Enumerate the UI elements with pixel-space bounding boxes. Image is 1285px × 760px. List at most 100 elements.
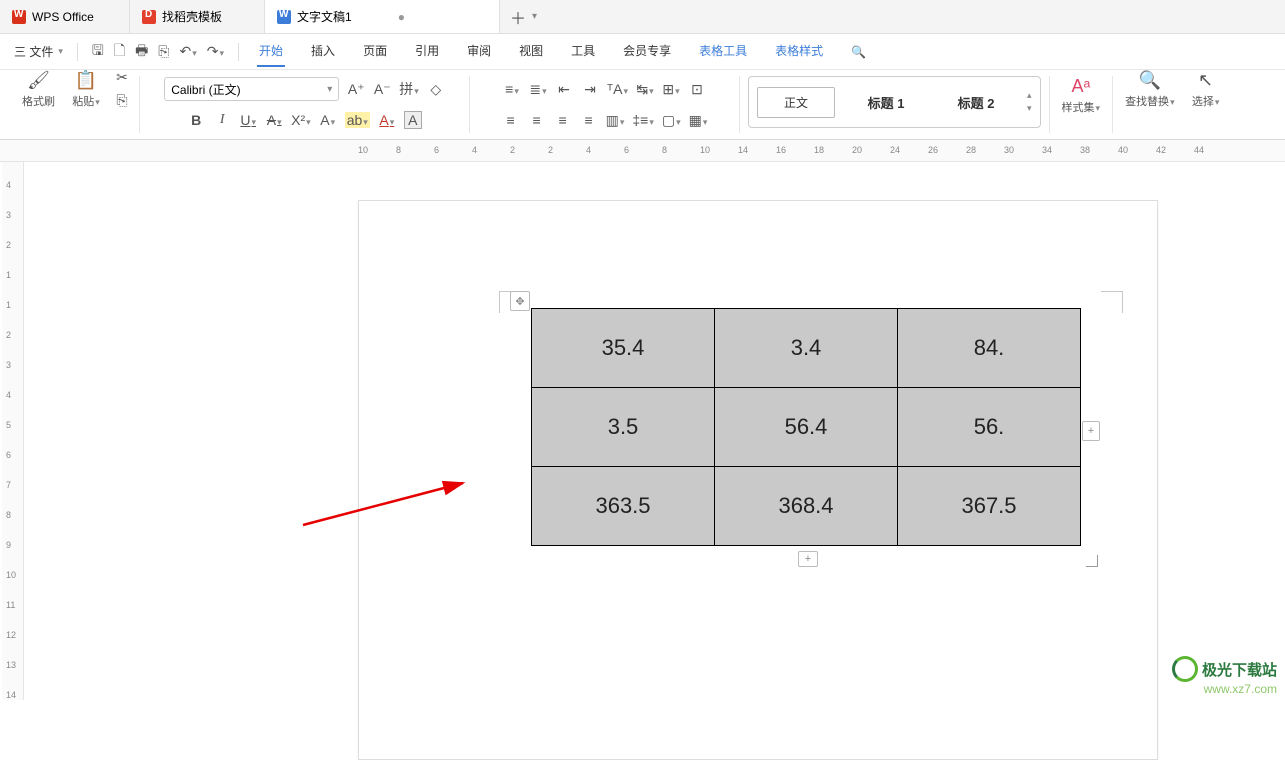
more-icon[interactable]: ⎘ — [158, 43, 169, 60]
wps-icon — [12, 10, 26, 24]
shading-icon[interactable]: ▢▾ — [662, 112, 681, 129]
decrease-font-icon[interactable]: A⁻ — [373, 81, 391, 98]
table-cell[interactable]: 363.5 — [532, 467, 715, 546]
select-button[interactable]: ↖选择▾ — [1187, 70, 1225, 109]
app-name: WPS Office — [32, 10, 94, 24]
new-tab-button[interactable]: ＋▾ — [500, 0, 547, 33]
copy-icon[interactable]: ⎘ — [113, 92, 131, 109]
sort-icon[interactable]: ↹▾ — [636, 81, 654, 98]
template-icon — [142, 10, 156, 24]
vertical-ruler[interactable]: 43211234567891011121314 — [2, 162, 24, 700]
style-scroll[interactable]: ▴▾ — [1027, 90, 1032, 114]
table-row: 35.4 3.4 84. — [532, 309, 1081, 388]
change-case-icon[interactable]: 拼▾ — [399, 79, 419, 99]
styles-group: 正文 标题 1 标题 2 ▴▾ — [740, 76, 1050, 133]
superscript-button[interactable]: X²▾ — [291, 112, 311, 128]
strikethrough-button[interactable]: A▾ — [265, 112, 283, 128]
ribbon: 🖌格式刷 📋粘贴▾ ✂ ⎘ Calibri (正文) ▾ A⁺ A⁻ 拼▾ ◇ … — [0, 70, 1285, 140]
print-icon[interactable]: 🖶 — [135, 40, 148, 64]
font-color-button[interactable]: A▾ — [378, 112, 396, 128]
styleset-button[interactable]: Aᵃ样式集▾ — [1058, 76, 1105, 115]
align-left-icon[interactable]: ≡ — [502, 112, 520, 128]
search-icon: 🔍 — [1139, 70, 1161, 91]
menu-page[interactable]: 页面 — [361, 36, 389, 67]
menu-table-style[interactable]: 表格样式 — [773, 36, 825, 67]
table-cell[interactable]: 367.5 — [898, 467, 1081, 546]
menu-review[interactable]: 审阅 — [465, 36, 493, 67]
menu-reference[interactable]: 引用 — [413, 36, 441, 67]
table-cell[interactable]: 56. — [898, 388, 1081, 467]
number-list-icon[interactable]: ≣▾ — [529, 81, 547, 98]
tabs-icon[interactable]: ⊞▾ — [662, 81, 680, 98]
search-icon[interactable]: 🔍 — [851, 45, 866, 59]
add-column-handle[interactable]: + — [1082, 421, 1100, 441]
table-cell[interactable]: 3.5 — [532, 388, 715, 467]
horizontal-ruler[interactable]: 10864224681014161820242628303438404244 — [0, 140, 1285, 162]
menu-view[interactable]: 视图 — [517, 36, 545, 67]
table-resize-handle[interactable] — [1086, 555, 1098, 567]
show-marks-icon[interactable]: ⊡ — [688, 81, 706, 98]
table-cell[interactable]: 368.4 — [715, 467, 898, 546]
bullet-list-icon[interactable]: ≡▾ — [503, 81, 521, 97]
file-menu[interactable]: 三 文件 ▾ — [8, 43, 69, 60]
char-shading-button[interactable]: A — [404, 111, 422, 129]
cut-icon[interactable]: ✂ — [113, 69, 131, 86]
clear-format-icon[interactable]: ◇ — [427, 81, 445, 98]
redo-icon[interactable]: ↷▾ — [207, 43, 224, 60]
menu-member[interactable]: 会员专享 — [621, 36, 673, 67]
print-preview-icon[interactable]: 🗋 — [114, 40, 125, 64]
title-bar: WPS Office 找稻壳模板 文字文稿1 ● ＋▾ — [0, 0, 1285, 34]
paste-icon: 📋 — [75, 70, 97, 91]
align-center-icon[interactable]: ≡ — [528, 112, 546, 128]
cursor-icon: ↖ — [1198, 70, 1213, 91]
app-tab-wps[interactable]: WPS Office — [0, 0, 130, 33]
plus-icon: ＋ — [510, 5, 526, 29]
format-painter-icon: 🖌 — [27, 70, 50, 91]
menu-tools[interactable]: 工具 — [569, 36, 597, 67]
line-spacing-icon[interactable]: ‡≡▾ — [632, 112, 654, 128]
add-row-handle[interactable]: + — [798, 551, 818, 567]
table-row: 3.5 56.4 56. — [532, 388, 1081, 467]
format-painter-button[interactable]: 🖌格式刷 — [18, 70, 59, 109]
undo-icon[interactable]: ↶▾ — [180, 43, 197, 60]
align-right-icon[interactable]: ≡ — [554, 112, 572, 128]
table-move-handle[interactable]: ✥ — [510, 291, 530, 311]
text-effect-button[interactable]: A▾ — [319, 112, 337, 128]
table-cell[interactable]: 35.4 — [532, 309, 715, 388]
divider — [77, 43, 78, 61]
increase-font-icon[interactable]: A⁺ — [347, 81, 365, 98]
chevron-down-icon: ▾ — [532, 11, 537, 22]
app-tab-document[interactable]: 文字文稿1 ● — [265, 0, 500, 33]
table-cell[interactable]: 84. — [898, 309, 1081, 388]
text-direction-icon[interactable]: ᵀA▾ — [607, 81, 628, 97]
save-icon[interactable]: 🖫 — [92, 40, 104, 64]
style-gallery[interactable]: 正文 标题 1 标题 2 ▴▾ — [748, 76, 1041, 128]
menu-table-tools[interactable]: 表格工具 — [697, 36, 749, 67]
file-menu-label: 三 文件 — [14, 43, 53, 60]
app-tab-template[interactable]: 找稻壳模板 — [130, 0, 265, 33]
distribute-icon[interactable]: ▥▾ — [606, 112, 625, 129]
borders-icon[interactable]: ▦▾ — [689, 112, 708, 129]
highlight-button[interactable]: ab▾ — [345, 112, 370, 128]
font-family-value: Calibri (正文) — [171, 81, 240, 98]
data-table[interactable]: 35.4 3.4 84. 3.5 56.4 56. 363.5 368.4 36… — [531, 308, 1081, 546]
table-cell[interactable]: 56.4 — [715, 388, 898, 467]
menu-insert[interactable]: 插入 — [309, 36, 337, 67]
underline-button[interactable]: U▾ — [239, 112, 257, 128]
chevron-down-icon: ▾ — [58, 46, 63, 57]
table-cell[interactable]: 3.4 — [715, 309, 898, 388]
align-justify-icon[interactable]: ≡ — [580, 112, 598, 128]
decrease-indent-icon[interactable]: ⇤ — [555, 81, 573, 98]
find-replace-button[interactable]: 🔍查找替换▾ — [1121, 70, 1179, 109]
paste-button[interactable]: 📋粘贴▾ — [67, 70, 105, 109]
style-heading2[interactable]: 标题 2 — [937, 86, 1015, 119]
menu-start[interactable]: 开始 — [257, 36, 285, 67]
bold-button[interactable]: B — [187, 112, 205, 128]
style-heading1[interactable]: 标题 1 — [847, 86, 925, 119]
italic-button[interactable]: I — [213, 112, 231, 128]
style-normal[interactable]: 正文 — [757, 87, 835, 118]
increase-indent-icon[interactable]: ⇥ — [581, 81, 599, 98]
modified-indicator: ● — [398, 10, 405, 24]
font-family-select[interactable]: Calibri (正文) ▾ — [164, 77, 339, 101]
quick-access-toolbar: 🖫 🗋 🖶 ⎘ ↶▾ ↷▾ — [86, 40, 230, 64]
